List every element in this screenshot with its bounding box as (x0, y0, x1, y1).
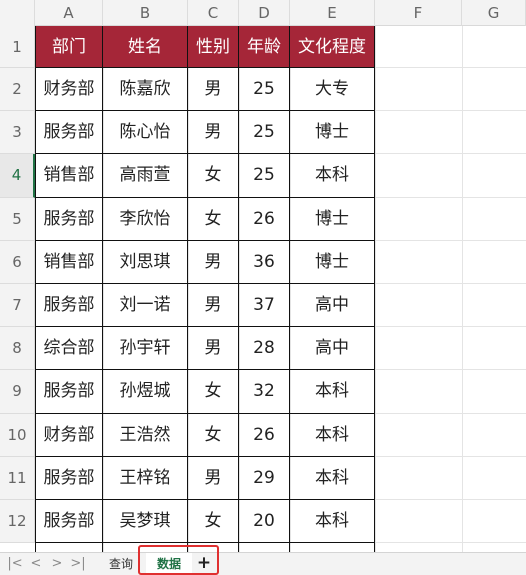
row-header-9[interactable]: 9 (0, 370, 35, 414)
table-cell[interactable]: 25 (239, 68, 290, 112)
row-header-11[interactable]: 11 (0, 456, 35, 500)
table-cell[interactable]: 高雨萱 (103, 154, 188, 198)
table-cell[interactable]: 大专 (290, 68, 375, 112)
table-cell[interactable]: 高中 (290, 284, 375, 328)
table-cell[interactable]: 高中 (290, 327, 375, 371)
row-header-2[interactable]: 2 (0, 68, 35, 112)
last-sheet-icon[interactable]: >| (69, 553, 87, 575)
table-cell[interactable]: 28 (239, 327, 290, 371)
sheet-tab-bar: |< < > >| 查询 数据 + (0, 552, 526, 575)
column-header-c[interactable]: C (188, 0, 239, 26)
table-cell[interactable]: 男 (188, 68, 239, 112)
row-header-4[interactable]: 4 (0, 154, 35, 198)
spreadsheet: ABCDEFG 1 2 3 4 5 6 7 8 9 10 11 12 部门 姓名 性别 年龄 文化程度 财务部 陈嘉… (0, 0, 526, 575)
table-cell[interactable]: 王浩然 (103, 413, 188, 457)
table-cell[interactable]: 财务部 (35, 68, 103, 112)
table-cell[interactable]: 女 (188, 370, 239, 414)
table-header-cell[interactable]: 文化程度 (290, 26, 375, 68)
column-header-d[interactable]: D (239, 0, 290, 26)
column-header-g[interactable]: G (462, 0, 526, 26)
table-cell[interactable]: 服务部 (35, 500, 103, 544)
column-header-a[interactable]: A (35, 0, 103, 26)
table-cell[interactable]: 服务部 (35, 456, 103, 500)
table-cell[interactable]: 陈心怡 (103, 111, 188, 155)
table-header-cell[interactable]: 性别 (188, 26, 239, 68)
gridline (375, 26, 376, 552)
row-header-10[interactable]: 10 (0, 413, 35, 457)
select-all-corner[interactable] (0, 0, 35, 26)
table-header-cell[interactable]: 姓名 (103, 26, 188, 68)
table-cell[interactable]: 服务部 (35, 284, 103, 328)
table-cell[interactable]: 销售部 (35, 154, 103, 198)
row-header-6[interactable]: 6 (0, 240, 35, 284)
table-cell[interactable]: 26 (239, 197, 290, 241)
table-cell[interactable]: 刘思琪 (103, 240, 188, 284)
table-cell[interactable]: 销售部 (35, 240, 103, 284)
table-cell[interactable]: 本科 (290, 413, 375, 457)
table-header-cell[interactable]: 部门 (35, 26, 103, 68)
row-header-12[interactable]: 12 (0, 500, 35, 544)
table-cell[interactable]: 25 (239, 111, 290, 155)
next-sheet-icon[interactable]: > (48, 553, 66, 575)
table-cell[interactable]: 服务部 (35, 197, 103, 241)
table-cell[interactable]: 刘一诺 (103, 284, 188, 328)
table-cell[interactable]: 男 (188, 327, 239, 371)
table-cell[interactable]: 财务部 (35, 413, 103, 457)
table-cell[interactable]: 李欣怡 (103, 197, 188, 241)
table-cell[interactable]: 本科 (290, 500, 375, 544)
table-cell[interactable]: 服务部 (35, 370, 103, 414)
table-cell[interactable]: 本科 (290, 154, 375, 198)
column-header-b[interactable]: B (103, 0, 188, 26)
table-cell[interactable]: 本科 (290, 370, 375, 414)
table-cell[interactable]: 37 (239, 284, 290, 328)
highlight-annotation (138, 545, 219, 575)
table-cell[interactable]: 男 (188, 456, 239, 500)
table-cell[interactable]: 29 (239, 456, 290, 500)
table-cell[interactable]: 王梓铭 (103, 456, 188, 500)
table-cell[interactable]: 综合部 (35, 327, 103, 371)
table-cell[interactable]: 博士 (290, 197, 375, 241)
table-cell[interactable]: 男 (188, 111, 239, 155)
table-cell[interactable]: 26 (239, 413, 290, 457)
row-header-1[interactable]: 1 (0, 26, 35, 68)
column-header-e[interactable]: E (290, 0, 375, 26)
column-header-bar: ABCDEFG (0, 0, 526, 26)
table-cell[interactable]: 孙煜城 (103, 370, 188, 414)
table-cell[interactable]: 36 (239, 240, 290, 284)
column-header-f[interactable]: F (375, 0, 462, 26)
table-cell[interactable]: 男 (188, 284, 239, 328)
sheet-tab-query[interactable]: 查询 (102, 553, 140, 575)
row-header-5[interactable]: 5 (0, 197, 35, 241)
table-header-cell[interactable]: 年龄 (239, 26, 290, 68)
row-header-8[interactable]: 8 (0, 327, 35, 371)
row-header-3[interactable]: 3 (0, 111, 35, 155)
table-cell[interactable]: 女 (188, 500, 239, 544)
table-cell[interactable]: 20 (239, 500, 290, 544)
table-cell[interactable]: 女 (188, 197, 239, 241)
table-cell[interactable]: 博士 (290, 111, 375, 155)
table-cell[interactable]: 服务部 (35, 111, 103, 155)
table-cell[interactable]: 25 (239, 154, 290, 198)
table-cell[interactable]: 32 (239, 370, 290, 414)
gridline (462, 26, 463, 552)
table-cell[interactable]: 男 (188, 240, 239, 284)
table-cell[interactable]: 吴梦琪 (103, 500, 188, 544)
table-cell[interactable]: 博士 (290, 240, 375, 284)
table-cell[interactable]: 女 (188, 413, 239, 457)
table-cell[interactable]: 孙宇轩 (103, 327, 188, 371)
prev-sheet-icon[interactable]: < (27, 553, 45, 575)
first-sheet-icon[interactable]: |< (6, 553, 24, 575)
table-cell[interactable]: 本科 (290, 456, 375, 500)
table-cell[interactable]: 女 (188, 154, 239, 198)
table-cell[interactable]: 陈嘉欣 (103, 68, 188, 112)
row-header-7[interactable]: 7 (0, 284, 35, 328)
